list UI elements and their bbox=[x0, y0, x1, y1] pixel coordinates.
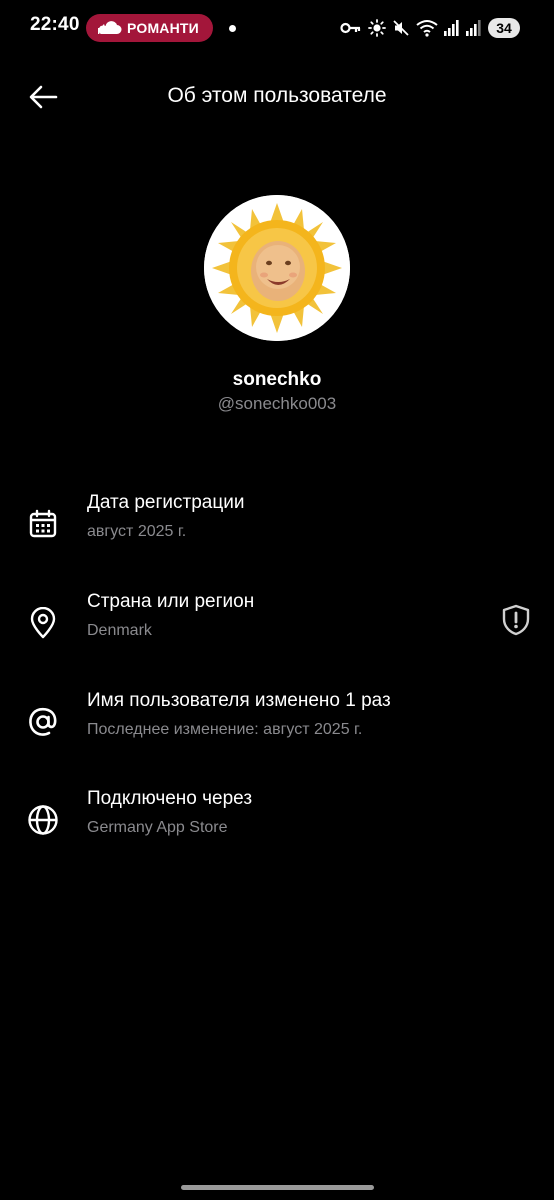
at-sign-icon bbox=[25, 704, 61, 740]
location-pin-icon bbox=[25, 605, 61, 641]
status-time: 22:40 bbox=[30, 14, 80, 35]
info-title: Дата регистрации bbox=[87, 492, 245, 513]
mute-icon bbox=[392, 19, 410, 37]
shield-alert-icon[interactable] bbox=[498, 602, 534, 638]
info-item-registration: Дата регистрации август 2025 г. bbox=[0, 492, 554, 562]
avatar[interactable] bbox=[204, 195, 350, 341]
display-name: sonechko bbox=[232, 369, 322, 390]
sun-avatar-image bbox=[204, 195, 350, 341]
info-value: Denmark bbox=[87, 622, 152, 639]
signal-r-icon bbox=[444, 19, 460, 37]
wifi-icon bbox=[416, 19, 438, 37]
battery-indicator: 34 bbox=[488, 18, 520, 38]
page-title: Об этом пользователе bbox=[167, 84, 387, 107]
info-item-connected: Подключено через Germany App Store bbox=[0, 788, 554, 858]
media-notification-pill[interactable]: РОМАНТИ bbox=[86, 14, 213, 42]
notification-dot bbox=[229, 25, 236, 32]
username: @sonechko003 bbox=[217, 394, 337, 413]
info-title: Страна или регион bbox=[87, 591, 255, 612]
home-indicator[interactable] bbox=[181, 1185, 374, 1190]
status-bar: 22:40 РОМАНТИ 34 bbox=[0, 0, 554, 56]
info-item-username-changes: Имя пользователя изменено 1 раз Последне… bbox=[0, 690, 554, 760]
status-icons: 34 bbox=[334, 16, 520, 40]
info-value: август 2025 г. bbox=[87, 523, 187, 540]
brightness-icon bbox=[368, 19, 386, 37]
info-title: Подключено через bbox=[87, 788, 253, 809]
media-title: РОМАНТИ bbox=[127, 20, 199, 36]
info-item-country: Страна или регион Denmark bbox=[0, 591, 554, 661]
calendar-icon bbox=[25, 506, 61, 542]
signal-icon bbox=[466, 19, 482, 37]
info-value: Germany App Store bbox=[87, 819, 228, 836]
globe-icon bbox=[25, 802, 61, 838]
info-value: Последнее изменение: август 2025 г. bbox=[87, 721, 363, 738]
info-title: Имя пользователя изменено 1 раз bbox=[87, 690, 391, 711]
cloud-icon bbox=[98, 21, 122, 34]
key-icon bbox=[340, 21, 362, 35]
